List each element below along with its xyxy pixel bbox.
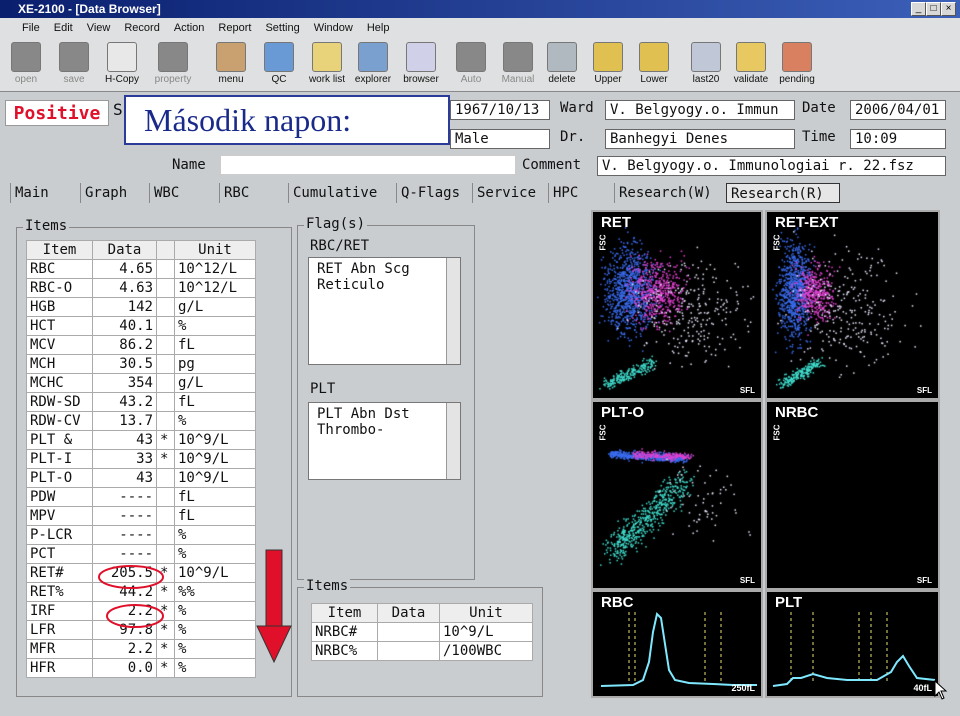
flag-item[interactable]: Reticulo: [317, 277, 452, 293]
item-unit: 10^9/L: [439, 622, 533, 642]
scatter-canvas: [593, 212, 761, 398]
nrbc-table: Item Data Unit NRBC# 10^9/L NRBC% /100WB…: [311, 603, 533, 661]
table-row[interactable]: NRBC% /100WBC: [311, 641, 533, 661]
plot-title: RET: [601, 214, 631, 231]
item-value: [377, 641, 440, 661]
rbc-ret-label: RBC/RET: [310, 238, 370, 254]
plt-flags-list[interactable]: PLT Abn Dst Thrombo-: [308, 402, 461, 480]
flag-item[interactable]: PLT Abn Dst: [317, 406, 452, 422]
x-axis-label: 40fL: [913, 683, 932, 693]
flag-item[interactable]: RET Abn Scg: [317, 261, 452, 277]
plot-title: NRBC: [775, 404, 819, 421]
col-data: Data: [377, 603, 440, 623]
x-axis-label: 250fL: [731, 683, 755, 693]
ret-scattergram[interactable]: RET SFL FSC: [591, 210, 763, 400]
scrollbar[interactable]: [446, 258, 460, 364]
table-row[interactable]: NRBC# 10^9/L: [311, 622, 533, 642]
item-name: NRBC%: [311, 641, 378, 661]
flags-group-title: Flag(s): [304, 216, 368, 232]
nrbc-scattergram[interactable]: NRBC SFL FSC: [765, 400, 940, 590]
plot-title: RET-EXT: [775, 214, 839, 231]
scrollbar[interactable]: [446, 403, 460, 479]
ret-ext-scattergram[interactable]: RET-EXT SFL FSC: [765, 210, 940, 400]
plot-title: PLT-O: [601, 404, 645, 421]
col-unit: Unit: [439, 603, 533, 623]
col-item: Item: [311, 603, 378, 623]
plot-title: RBC: [601, 594, 634, 611]
items2-group-title: Items: [304, 578, 351, 594]
flag-item[interactable]: Thrombo-: [317, 422, 452, 438]
scatter-canvas: [767, 402, 938, 588]
mouse-cursor-icon: [934, 680, 948, 700]
ret-count-highlight: [98, 565, 164, 589]
plot-title: PLT: [775, 594, 803, 611]
item-value: [377, 622, 440, 642]
down-arrow-icon: [256, 549, 292, 664]
y-axis-label: FSC: [772, 234, 782, 251]
x-axis-label: SFL: [916, 386, 932, 395]
scatter-canvas: [767, 212, 938, 398]
plt-histogram[interactable]: PLT 40fL: [765, 590, 940, 698]
y-axis-label: FSC: [598, 234, 608, 251]
x-axis-label: SFL: [916, 576, 932, 585]
irf-highlight: [106, 604, 164, 628]
scatter-canvas: [593, 402, 761, 588]
x-axis-label: SFL: [739, 576, 755, 585]
x-axis-label: SFL: [739, 386, 755, 395]
y-axis-label: FSC: [772, 424, 782, 441]
plt-o-scattergram[interactable]: PLT-O SFL FSC: [591, 400, 763, 590]
item-name: NRBC#: [311, 622, 378, 642]
rbc-histogram[interactable]: RBC 250fL: [591, 590, 763, 698]
plt-flags-label: PLT: [310, 381, 336, 397]
item-unit: /100WBC: [439, 641, 533, 661]
rbc-ret-flags-list[interactable]: RET Abn Scg Reticulo: [308, 257, 461, 365]
y-axis-label: FSC: [598, 424, 608, 441]
